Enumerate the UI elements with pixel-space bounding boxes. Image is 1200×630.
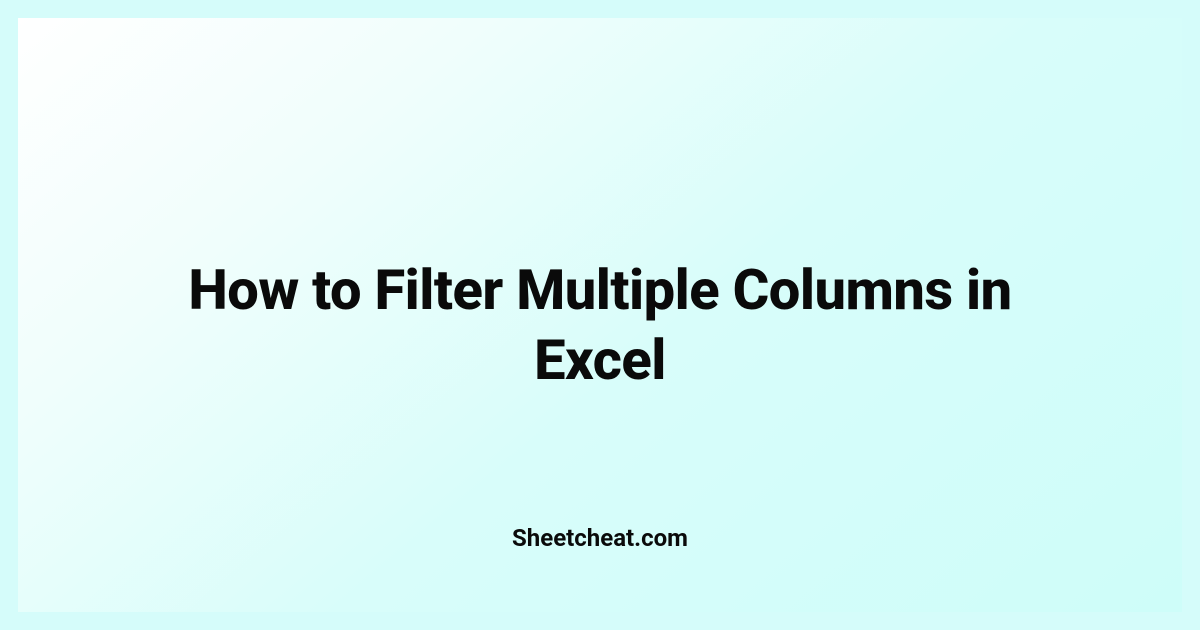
page-title: How to Filter Multiple Columns in Excel	[150, 255, 1050, 395]
content-card: How to Filter Multiple Columns in Excel …	[18, 18, 1182, 612]
site-name: Sheetcheat.com	[512, 524, 688, 552]
